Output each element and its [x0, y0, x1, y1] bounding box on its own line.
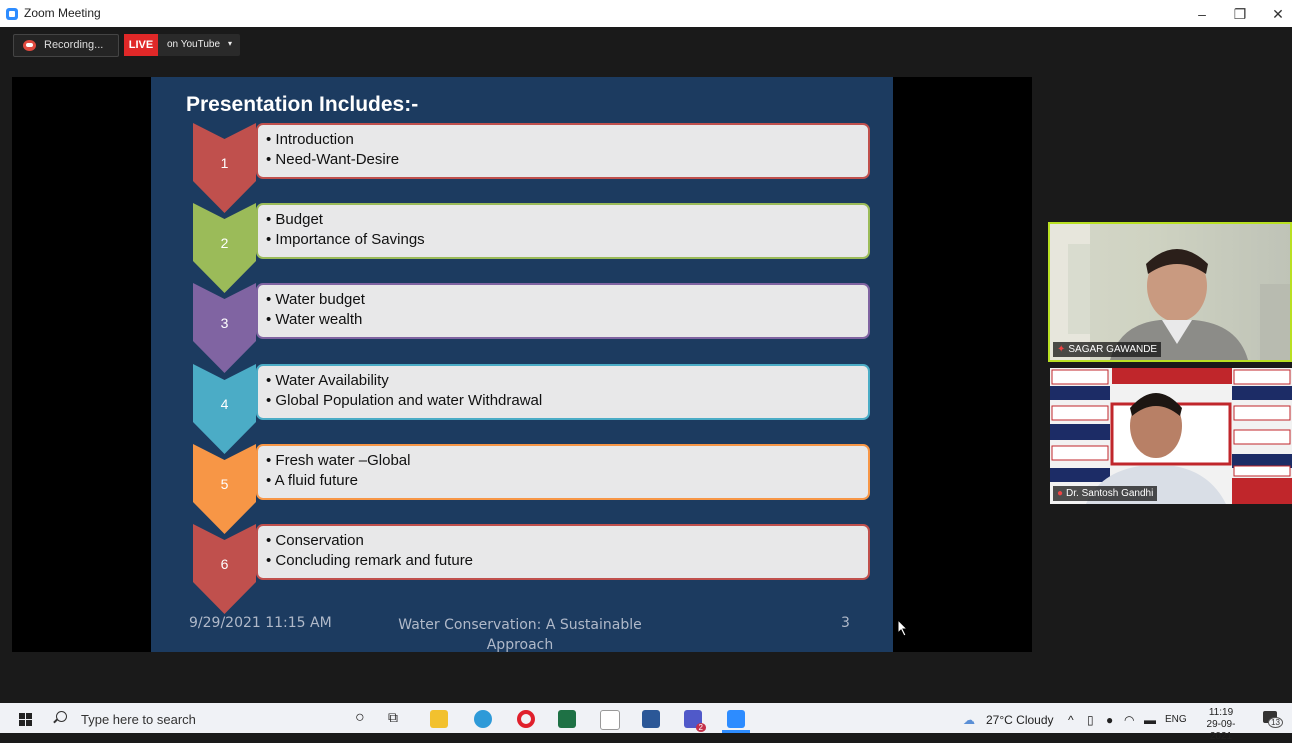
step-number: 2 — [220, 235, 229, 251]
battery-icon[interactable]: ▬ — [1144, 713, 1156, 727]
topic-line: • Conservation — [266, 532, 364, 549]
teams-badge: 2 — [695, 723, 706, 732]
taskbar-search-box[interactable]: Type here to search — [56, 710, 336, 730]
system-clock[interactable]: 11:19 29-09-2021 — [1199, 707, 1243, 743]
participant-2-image — [1050, 368, 1292, 504]
notification-count: 13 — [1268, 717, 1283, 728]
word-icon[interactable] — [642, 710, 660, 728]
wifi-icon[interactable]: ◠ — [1124, 713, 1134, 727]
mic-muted-icon: ● — [1057, 488, 1064, 499]
show-hidden-icons-icon[interactable]: ^ — [1068, 713, 1074, 727]
topic-line: • Water Availability — [266, 372, 389, 389]
participant-2-name: ● Dr. Santosh Gandhi — [1053, 486, 1158, 501]
topic-box-5: • Fresh water –Global • A fluid future — [256, 444, 870, 500]
topic-line: • Importance of Savings — [266, 231, 425, 248]
zoom-app-icon — [6, 8, 18, 20]
cortana-icon[interactable]: ○ — [355, 709, 365, 727]
participant-video-2[interactable]: ● Dr. Santosh Gandhi — [1050, 368, 1292, 504]
document-icon[interactable] — [600, 710, 620, 730]
live-badge: LIVE — [124, 34, 158, 56]
chevron-down-icon: ▾ — [228, 39, 233, 48]
topic-line: • A fluid future — [266, 472, 358, 489]
clock-time: 11:19 — [1208, 707, 1234, 718]
zoom-taskbar-icon[interactable] — [727, 710, 745, 728]
topic-line: • Water budget — [266, 291, 365, 308]
excel-icon[interactable] — [558, 710, 576, 728]
slide-page-number: 3 — [841, 615, 850, 631]
topic-box-3: • Water budget • Water wealth — [256, 283, 870, 339]
windows-start-icon[interactable] — [19, 713, 32, 726]
file-explorer-icon[interactable] — [430, 710, 448, 728]
live-stream-dropdown[interactable]: LIVE on YouTube ▾ — [124, 34, 240, 56]
participant-1-name: ✦ SAGAR GAWANDE — [1053, 342, 1162, 357]
step-number: 1 — [220, 155, 229, 171]
pin-icon: ✦ — [1057, 344, 1066, 355]
network-drive-icon[interactable]: ▯ — [1087, 713, 1094, 727]
topic-line: • Global Population and water Withdrawal — [266, 392, 543, 409]
topic-box-2: • Budget • Importance of Savings — [256, 203, 870, 259]
teams-icon[interactable]: 2 — [684, 710, 706, 732]
search-icon — [56, 711, 67, 722]
topic-line: • Fresh water –Global — [266, 452, 411, 469]
topic-box-6: • Conservation • Concluding remark and fu… — [256, 524, 870, 580]
weather-icon: ☁ — [963, 713, 975, 727]
notification-center-icon[interactable]: 13 — [1263, 711, 1283, 728]
recording-indicator[interactable]: Recording... — [13, 34, 119, 57]
live-target-label: on YouTube — [167, 39, 221, 50]
topic-line: • Need-Want-Desire — [266, 151, 400, 168]
topic-line: • Concluding remark and future — [266, 552, 474, 569]
step-number: 3 — [220, 315, 229, 331]
presentation-slide: Presentation Includes:- 1 • Introduction •… — [151, 77, 893, 653]
weather-text[interactable]: 27°C Cloudy — [986, 713, 1054, 727]
slide-footer-date: 9/29/2021 11:15 AM — [189, 615, 332, 631]
participant-video-1[interactable]: ✦ SAGAR GAWANDE — [1048, 222, 1292, 362]
search-placeholder: Type here to search — [81, 712, 196, 727]
recording-label: Recording... — [44, 39, 104, 51]
step-number: 5 — [220, 476, 229, 492]
close-button[interactable]: ✕ — [1256, 2, 1292, 26]
edge-icon[interactable] — [474, 710, 492, 728]
clock-date: 29-09-2021 — [1206, 719, 1236, 742]
topic-line: • Water wealth — [266, 311, 363, 328]
microphone-icon[interactable]: ● — [1106, 713, 1113, 727]
window-title: Zoom Meeting — [24, 6, 101, 20]
task-view-icon[interactable]: ⧉ — [388, 709, 398, 726]
topic-line: • Introduction — [266, 131, 354, 148]
meeting-top-bar: Recording... LIVE on YouTube ▾ — [0, 27, 1292, 67]
cloud-recording-icon — [23, 40, 36, 51]
participant-1-image — [1050, 224, 1290, 360]
topic-line: • Budget — [266, 211, 323, 228]
topic-box-1: • Introduction • Need-Want-Desire — [256, 123, 870, 179]
slide-footer-title: Water Conservation: A Sustainable Approa… — [398, 617, 642, 653]
step-number: 4 — [220, 396, 229, 412]
language-indicator[interactable]: ENG — [1165, 714, 1187, 725]
step-number: 6 — [220, 556, 229, 572]
window-title-bar: Zoom Meeting – ❐ ✕ — [0, 0, 1292, 27]
slide-heading: Presentation Includes:- — [186, 93, 419, 116]
topic-box-4: • Water Availability • Global Population … — [256, 364, 870, 420]
windows-taskbar: Type here to search ○ ⧉ 2 ☁ 27°C Cloudy … — [0, 703, 1292, 742]
opera-icon[interactable] — [517, 710, 535, 728]
mouse-cursor-icon — [897, 619, 909, 637]
